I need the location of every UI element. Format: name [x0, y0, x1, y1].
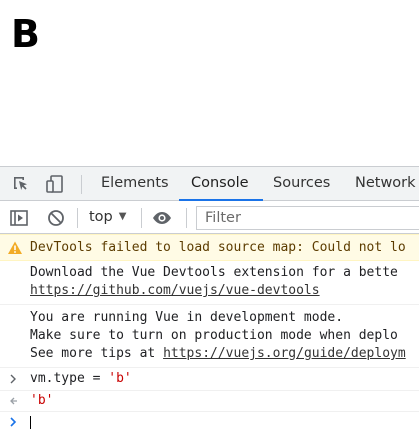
- console-toolbar: top ▼: [0, 201, 419, 234]
- log-text: Download the Vue Devtools extension for …: [30, 265, 398, 280]
- console-messages: DevTools failed to load source map: Coul…: [0, 234, 419, 429]
- clear-console-icon[interactable]: [46, 208, 66, 228]
- tab-sources[interactable]: Sources: [273, 167, 330, 200]
- toolbar-divider: [186, 208, 187, 228]
- vue-devtools-link[interactable]: https://github.com/vuejs/vue-devtools: [30, 282, 320, 300]
- toolbar-divider: [81, 175, 82, 194]
- toolbar-divider: [77, 208, 78, 228]
- console-warning-message: DevTools failed to load source map: Coul…: [0, 234, 419, 261]
- text-cursor: [30, 416, 31, 429]
- context-selector[interactable]: top ▼: [89, 207, 126, 228]
- toolbar-divider: [141, 208, 142, 228]
- filter-field[interactable]: [196, 206, 419, 230]
- console-log-message: You are running Vue in development mode.…: [0, 305, 419, 368]
- tab-console[interactable]: Console: [179, 167, 263, 201]
- filter-input[interactable]: [197, 207, 419, 229]
- result-value: 'b': [30, 393, 54, 408]
- log-text-prefix: See more tips at: [30, 346, 164, 361]
- warning-text: DevTools failed to load source map: Coul…: [30, 240, 406, 255]
- device-toolbar-icon[interactable]: [45, 174, 65, 194]
- inspect-element-icon[interactable]: [11, 174, 31, 194]
- console-result-entry: 'b': [0, 391, 419, 412]
- log-text: You are running Vue in development mode.: [30, 310, 344, 325]
- input-expr-prefix: vm.type =: [30, 371, 109, 386]
- devtools-tabbar: Elements Console Sources Network: [0, 167, 419, 201]
- vue-deployment-guide-link[interactable]: https://vuejs.org/guide/deploym: [163, 346, 406, 361]
- show-sidebar-icon[interactable]: [9, 208, 29, 228]
- tab-network[interactable]: Network: [355, 167, 416, 200]
- live-expression-eye-icon[interactable]: [152, 208, 172, 228]
- context-value: top: [89, 209, 113, 225]
- input-chevron-icon: [10, 374, 16, 384]
- prompt-chevron-icon: [10, 417, 17, 427]
- log-text: Make sure to turn on production mode whe…: [30, 328, 398, 343]
- devtools-panel: Elements Console Sources Network top ▼ F…: [0, 166, 419, 429]
- input-expression: vm.type = 'b': [30, 370, 132, 388]
- warning-icon: [8, 241, 22, 254]
- log-text: See more tips at https://vuejs.org/guide…: [30, 345, 406, 363]
- tab-elements[interactable]: Elements: [101, 167, 169, 200]
- console-input-entry: vm.type = 'b': [0, 368, 419, 391]
- result-arrow-icon: [10, 397, 17, 405]
- input-expr-string: 'b': [108, 371, 132, 386]
- console-prompt[interactable]: [0, 412, 419, 429]
- page-heading: B: [11, 12, 40, 56]
- chevron-down-icon: ▼: [118, 211, 127, 222]
- console-log-message: Download the Vue Devtools extension for …: [0, 261, 419, 305]
- page-viewport: B: [0, 0, 419, 166]
